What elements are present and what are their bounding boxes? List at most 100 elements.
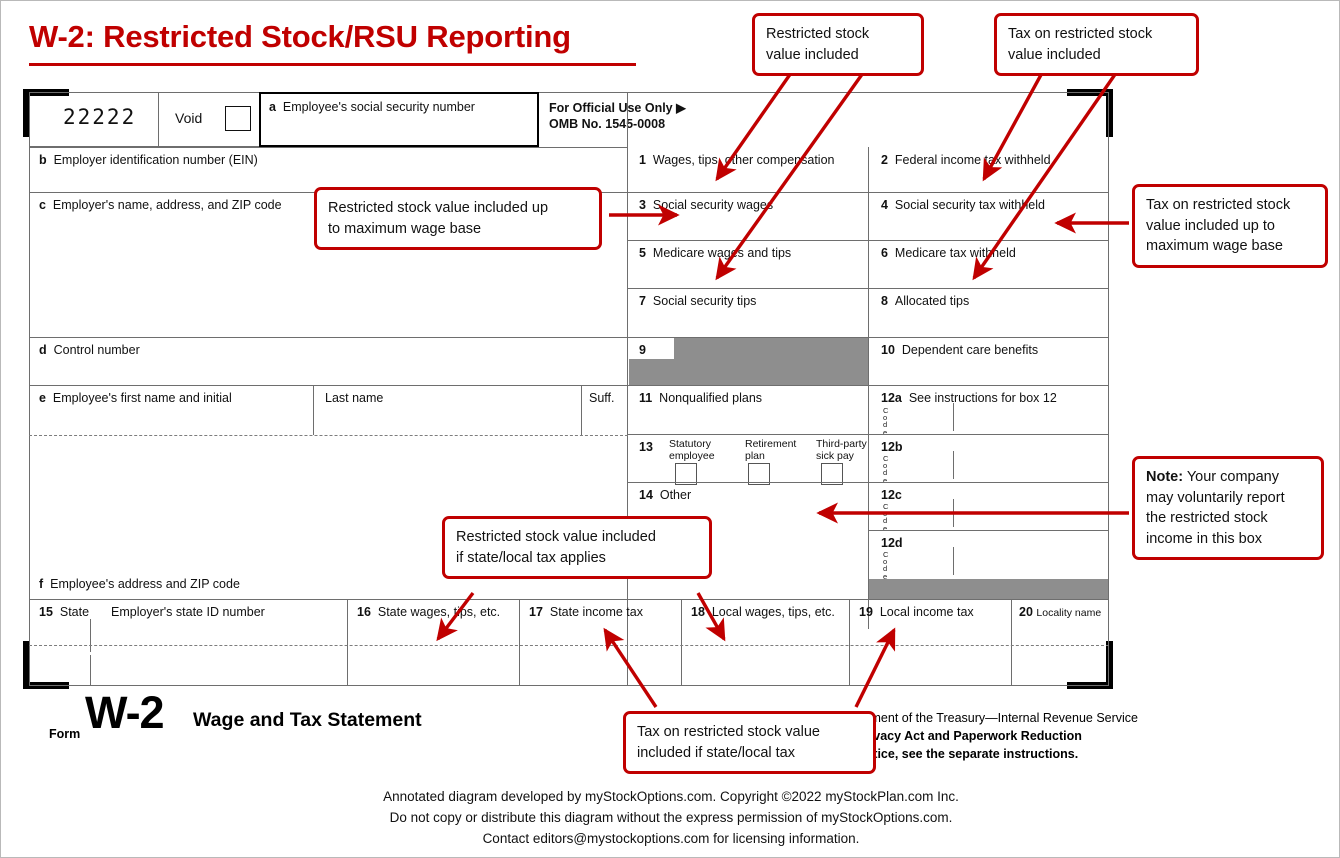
box-7-number: 7: [639, 294, 646, 308]
title-underline: [29, 63, 636, 66]
callout-tax-on-restricted-stock-value-included: Tax on restricted stock value included: [994, 13, 1199, 77]
box-12d-code-divider: [953, 547, 954, 575]
control-number-value: 22222: [63, 105, 137, 129]
box-12-shaded-footer: [869, 579, 1108, 599]
callout-line-1: Tax on restricted stock: [1008, 26, 1153, 42]
box-16-number: 16: [357, 605, 371, 619]
divider-lastname-suffix: [581, 385, 582, 435]
box-12b-label: 12b: [881, 440, 903, 454]
box-8-label: 8 Allocated tips: [881, 294, 969, 308]
void-label: Void: [175, 110, 203, 126]
callout-line-1: Tax on restricted stock value: [637, 724, 820, 740]
box-d-text: Control number: [53, 343, 140, 357]
divider-15-16: [347, 599, 348, 686]
box-9-label: 9: [639, 343, 646, 357]
statutory-line2: employee: [669, 450, 715, 463]
box-6-number: 6: [881, 246, 888, 260]
box-12b-number: 12b: [881, 440, 903, 454]
callout-line-1: Restricted stock value included up: [328, 200, 549, 216]
callout-line-1: Restricted stock: [766, 26, 870, 42]
form-left-border: [29, 92, 30, 686]
box-2-label: 2 Federal income tax withheld: [881, 153, 1051, 167]
box-17-label: 17 State income tax: [529, 605, 643, 619]
box-12c-code-divider: [953, 499, 954, 527]
callout-line-2: value included up to: [1146, 217, 1275, 234]
box-a-text: Employee's social security number: [282, 100, 475, 114]
box-10-label: 10 Dependent care benefits: [881, 343, 1038, 357]
box-3-label: 3 Social security wages: [639, 198, 773, 212]
callout-line-2: value included: [766, 46, 859, 63]
box-e-lastname-label: Last name: [325, 391, 384, 405]
box-4-number: 4: [881, 198, 888, 212]
state-row-dashed-divider: [29, 645, 1109, 646]
form-number-label: W-2: [85, 687, 165, 738]
box-3-text: Social security wages: [652, 198, 774, 212]
callout-tax-restricted-stock-state-local: Tax on restricted stock value included i…: [623, 711, 876, 775]
box-18-label: 18 Local wages, tips, etc.: [691, 605, 835, 619]
void-checkbox[interactable]: [225, 106, 251, 131]
box-a-letter: a: [269, 100, 276, 114]
callout-line-3: maximum wage base: [1146, 238, 1283, 255]
note-line-1: Your company: [1183, 469, 1279, 485]
note-bold-label: Note:: [1146, 469, 1184, 485]
box-17-number: 17: [529, 605, 543, 619]
box-e-suffix-label: Suff.: [589, 391, 615, 405]
footer-line-3: Contact editors@mystockoptions.com for l…: [482, 830, 860, 846]
box-4-label: 4 Social security tax withheld: [881, 198, 1045, 212]
box-16-label: 16 State wages, tips, etc.: [357, 605, 500, 619]
callout-tax-restricted-stock-max-wage-base: Tax on restricted stock value included u…: [1132, 184, 1328, 268]
box-12c-number: 12c: [881, 488, 902, 502]
box-1-label: 1 Wages, tips, other compensation: [639, 153, 834, 167]
callout-restricted-stock-state-local: Restricted stock value included if state…: [442, 516, 712, 580]
box-15-label: 15 State: [39, 605, 89, 619]
divider-row-5-6: [628, 240, 1109, 241]
box-14-number: 14: [639, 488, 653, 502]
box-12a-label: 12a See instructions for box 12: [881, 391, 1057, 405]
box-e-text: Employee's first name and initial: [52, 391, 232, 405]
box-20-number: 20: [1019, 605, 1033, 619]
divider-above-box-d: [29, 337, 628, 338]
box-1-text: Wages, tips, other compensation: [652, 153, 835, 167]
statutory-line1: Statutory: [669, 438, 712, 450]
box-12a-code-label: Code: [883, 406, 889, 437]
box-15-text: State: [59, 605, 90, 619]
divider-row-12d: [868, 530, 1109, 531]
callout-line-1: Note: Your company: [1146, 467, 1310, 488]
note-line-2: may voluntarily report: [1146, 489, 1285, 506]
form-top-border: [29, 92, 1109, 93]
form-word-label: Form: [49, 727, 81, 741]
box-11-label: 11 Nonqualified plans: [639, 391, 762, 405]
box-13-thirdparty-label: Third-party sick pay: [816, 438, 867, 462]
box-10-number: 10: [881, 343, 895, 357]
divider-firstname-lastname: [313, 385, 314, 435]
box-12d-label: 12d: [881, 536, 903, 550]
box-12b-code-divider: [953, 451, 954, 479]
box-17-text: State income tax: [549, 605, 643, 619]
box-4-text: Social security tax withheld: [894, 198, 1045, 212]
footer-line-2: Do not copy or distribute this diagram w…: [389, 809, 953, 825]
box-18-text: Local wages, tips, etc.: [711, 605, 835, 619]
box-12a-text: See instructions for box 12: [908, 391, 1057, 405]
box-6-text: Medicare tax withheld: [894, 246, 1016, 260]
callout-line-2: if state/local tax applies: [456, 549, 606, 566]
divider-above-state-row: [29, 599, 1109, 600]
state-code-divider-bottom: [90, 655, 91, 685]
box-f-label: f Employee's address and ZIP code: [39, 577, 240, 591]
box-15-number: 15: [39, 605, 53, 619]
box-13-label: 13: [639, 440, 653, 454]
divider-left-right: [627, 92, 628, 686]
footer-credits: Annotated diagram developed by myStockOp…: [1, 787, 1339, 850]
thirdparty-line1: Third-party: [816, 438, 867, 450]
box-9-number: 9: [639, 343, 646, 357]
retirement-line2: plan: [745, 450, 765, 463]
box-7-text: Social security tips: [652, 294, 757, 308]
retirement-line1: Retirement: [745, 438, 797, 450]
box-8-number: 8: [881, 294, 888, 308]
box-13-retirement-label: Retirement plan: [745, 438, 796, 462]
box-f-text: Employee's address and ZIP code: [50, 577, 240, 591]
box-13-number: 13: [639, 440, 653, 454]
box-12c-code-label: Code: [883, 502, 889, 533]
box-11-number: 11: [639, 391, 653, 405]
box-19-text: Local income tax: [879, 605, 974, 619]
box-5-text: Medicare wages and tips: [652, 246, 792, 260]
